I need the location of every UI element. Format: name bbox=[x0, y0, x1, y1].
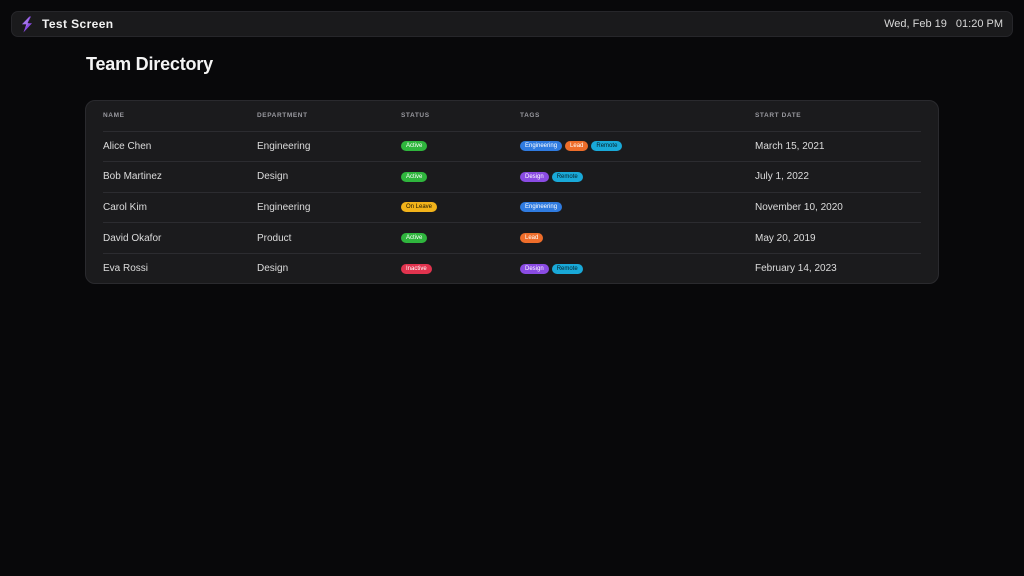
clock-date: Wed, Feb 19 bbox=[884, 18, 947, 30]
status-cell: Active bbox=[401, 131, 520, 163]
status-badge: Active bbox=[401, 232, 428, 243]
department-cell: Engineering bbox=[257, 131, 401, 163]
table-body: Alice Chen Engineering Active Engineering Le… bbox=[103, 131, 921, 284]
table-row[interactable]: David Okafor Product Active Lead May 20, 201… bbox=[103, 222, 921, 254]
column-header-status[interactable]: STATUS bbox=[401, 101, 520, 132]
status-cell: Active bbox=[401, 161, 520, 193]
team-directory-card: NAME DEPARTMENT STATUS TAGS START DATE A… bbox=[85, 100, 939, 284]
table-row[interactable]: Eva Rossi Design Inactive Design Remote Febru… bbox=[103, 253, 921, 284]
status-cell: Active bbox=[401, 222, 520, 254]
table-header-row: NAME DEPARTMENT STATUS TAGS START DATE bbox=[103, 101, 921, 132]
page-title: Team Directory bbox=[86, 54, 213, 74]
tags-cell: Design Remote bbox=[520, 253, 755, 284]
department-cell: Engineering bbox=[257, 192, 401, 224]
department-cell: Product bbox=[257, 222, 401, 254]
clock: Wed, Feb 19 01:20 PM bbox=[884, 18, 1003, 30]
tags-cell: Lead bbox=[520, 222, 755, 254]
tag-badge-lead: Lead bbox=[520, 232, 544, 243]
status-cell: Inactive bbox=[401, 253, 520, 284]
name-cell: Eva Rossi bbox=[103, 263, 149, 275]
status-badge: On Leave bbox=[401, 202, 438, 213]
team-table: NAME DEPARTMENT STATUS TAGS START DATE A… bbox=[103, 101, 921, 284]
top-bar: Test Screen Wed, Feb 19 01:20 PM bbox=[11, 11, 1013, 37]
status-badge: Active bbox=[401, 141, 428, 152]
start-date-cell: March 15, 2021 bbox=[755, 131, 921, 163]
app-title: Test Screen bbox=[42, 17, 114, 31]
status-cell: On Leave bbox=[401, 192, 520, 224]
status-badge: Inactive bbox=[401, 263, 432, 274]
tag-badge-remote: Remote bbox=[551, 171, 583, 182]
brand: Test Screen bbox=[20, 16, 114, 33]
tags-cell: Engineering bbox=[520, 192, 755, 224]
column-header-tags[interactable]: TAGS bbox=[520, 101, 755, 132]
tags-cell: Design Remote bbox=[520, 161, 755, 193]
name-cell: Alice Chen bbox=[103, 131, 257, 163]
column-header-name[interactable]: NAME bbox=[103, 101, 257, 132]
tag-badge-engineering: Engineering bbox=[520, 202, 563, 213]
table-row[interactable]: Alice Chen Engineering Active Engineering Le… bbox=[103, 131, 921, 163]
start-date-cell: July 1, 2022 bbox=[755, 161, 921, 193]
tags-cell: Engineering Lead Remote bbox=[520, 131, 755, 163]
table-row[interactable]: Bob Martinez Design Active Design Remote July… bbox=[103, 161, 921, 193]
start-date-cell: November 10, 2020 bbox=[755, 192, 921, 224]
status-badge: Active bbox=[401, 171, 428, 182]
clock-time: 01:20 PM bbox=[955, 18, 1003, 30]
tag-badge-remote: Remote bbox=[591, 141, 623, 152]
name-cell: Carol Kim bbox=[103, 192, 257, 224]
name-cell: David Okafor bbox=[103, 222, 257, 254]
start-date-cell: May 20, 2019 bbox=[755, 222, 921, 254]
bolt-logo-icon bbox=[22, 16, 32, 32]
start-date-cell: February 14, 2023 bbox=[755, 263, 837, 275]
column-header-start-date[interactable]: START DATE bbox=[755, 101, 921, 132]
department-cell: Design bbox=[257, 263, 289, 275]
table-row[interactable]: Carol Kim Engineering On Leave Engineering N… bbox=[103, 192, 921, 224]
tag-badge-lead: Lead bbox=[565, 141, 589, 152]
column-header-department[interactable]: DEPARTMENT bbox=[257, 101, 401, 132]
tag-badge-design: Design bbox=[520, 263, 549, 274]
tag-badge-remote: Remote bbox=[551, 263, 583, 274]
department-cell: Design bbox=[257, 161, 401, 193]
tag-badge-design: Design bbox=[520, 171, 549, 182]
tag-badge-engineering: Engineering bbox=[520, 141, 563, 152]
name-cell: Bob Martinez bbox=[103, 161, 257, 193]
